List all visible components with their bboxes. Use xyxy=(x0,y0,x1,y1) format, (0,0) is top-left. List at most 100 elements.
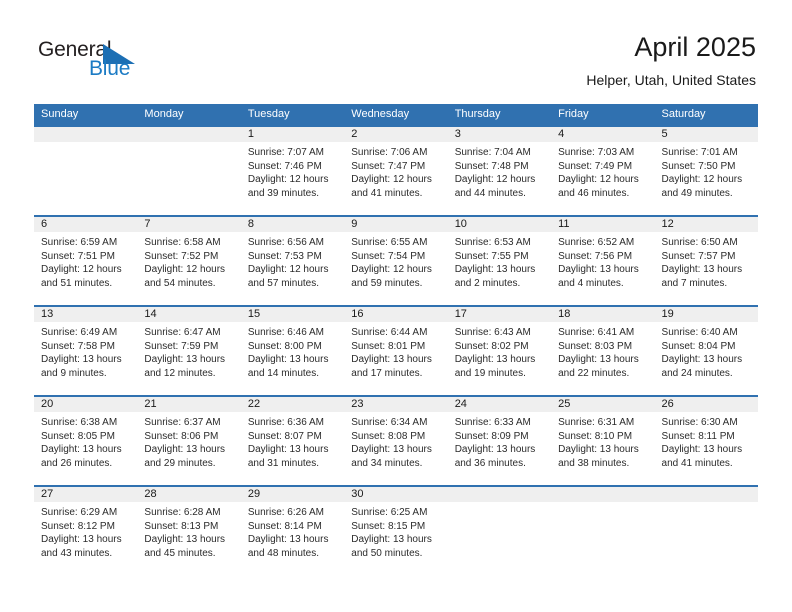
daylight-text-line1: Daylight: 13 hours xyxy=(558,354,639,366)
sunrise-text: Sunrise: 6:56 AM xyxy=(247,237,324,248)
sunrise-text: Sunrise: 6:36 AM xyxy=(247,417,324,428)
day-number xyxy=(34,127,137,142)
day-cell[interactable]: Sunrise: 6:25 AM Sunset: 8:15 PM Dayligh… xyxy=(344,502,447,575)
sunset-text: Sunset: 8:07 PM xyxy=(247,430,322,442)
daylight-text-line1: Daylight: 13 hours xyxy=(351,444,432,456)
sunset-text: Sunset: 8:14 PM xyxy=(247,520,322,532)
daylight-text-line2: and 17 minutes. xyxy=(351,367,423,379)
sunset-text: Sunset: 8:13 PM xyxy=(144,520,219,532)
calendar-page: General Blue April 2025 Helper, Utah, Un… xyxy=(0,0,792,612)
day-cell[interactable]: Sunrise: 6:44 AM Sunset: 8:01 PM Dayligh… xyxy=(344,322,447,395)
day-number: 13 xyxy=(41,308,54,320)
day-number: 17 xyxy=(454,308,467,320)
day-number: 6 xyxy=(41,218,48,230)
sunset-text: Sunset: 8:08 PM xyxy=(351,430,426,442)
day-cell[interactable]: Sunrise: 6:37 AM Sunset: 8:06 PM Dayligh… xyxy=(137,412,240,485)
weekday-header-thursday: Thursday xyxy=(454,108,501,120)
day-number: 28 xyxy=(144,488,157,500)
sunset-text: Sunset: 8:15 PM xyxy=(351,520,426,532)
week-daynumber-band: 13 14 15 16 17 18 19 xyxy=(34,307,758,322)
day-cell[interactable]: Sunrise: 7:06 AM Sunset: 7:47 PM Dayligh… xyxy=(344,142,447,215)
day-number: 2 xyxy=(351,128,358,140)
day-cell[interactable]: Sunrise: 7:07 AM Sunset: 7:46 PM Dayligh… xyxy=(241,142,344,215)
day-number: 25 xyxy=(558,398,571,410)
day-cell[interactable] xyxy=(655,502,758,575)
daylight-text-line2: and 59 minutes. xyxy=(351,277,423,289)
daylight-text-line2: and 50 minutes. xyxy=(351,547,423,559)
day-number: 8 xyxy=(247,218,254,230)
sunrise-text: Sunrise: 6:28 AM xyxy=(144,507,221,518)
day-cell[interactable]: Sunrise: 6:55 AM Sunset: 7:54 PM Dayligh… xyxy=(344,232,447,305)
daylight-text-line1: Daylight: 12 hours xyxy=(661,174,743,186)
day-cell[interactable]: Sunrise: 6:43 AM Sunset: 8:02 PM Dayligh… xyxy=(448,322,551,395)
day-cell[interactable]: Sunrise: 6:34 AM Sunset: 8:08 PM Dayligh… xyxy=(344,412,447,485)
day-cell[interactable]: Sunrise: 6:29 AM Sunset: 8:12 PM Dayligh… xyxy=(34,502,137,575)
day-cell[interactable]: Sunrise: 6:28 AM Sunset: 8:13 PM Dayligh… xyxy=(137,502,240,575)
sunrise-text: Sunrise: 6:37 AM xyxy=(144,417,221,428)
sunset-text: Sunset: 7:55 PM xyxy=(454,250,529,262)
day-cell[interactable]: Sunrise: 6:52 AM Sunset: 7:56 PM Dayligh… xyxy=(551,232,654,305)
sunrise-text: Sunrise: 6:29 AM xyxy=(41,507,118,518)
day-cell[interactable]: Sunrise: 7:01 AM Sunset: 7:50 PM Dayligh… xyxy=(655,142,758,215)
daylight-text-line2: and 54 minutes. xyxy=(144,277,216,289)
sunset-text: Sunset: 7:53 PM xyxy=(247,250,322,262)
daylight-text-line2: and 57 minutes. xyxy=(247,277,320,289)
daylight-text-line1: Daylight: 13 hours xyxy=(247,534,329,546)
day-cell[interactable]: Sunrise: 6:50 AM Sunset: 7:57 PM Dayligh… xyxy=(655,232,758,305)
daylight-text-line2: and 48 minutes. xyxy=(247,547,320,559)
day-cell[interactable] xyxy=(551,502,654,575)
daylight-text-line1: Daylight: 13 hours xyxy=(661,264,743,276)
day-number: 14 xyxy=(144,308,157,320)
sunrise-text: Sunrise: 6:43 AM xyxy=(454,327,531,338)
sunrise-text: Sunrise: 6:40 AM xyxy=(661,327,738,338)
day-cell[interactable]: Sunrise: 6:59 AM Sunset: 7:51 PM Dayligh… xyxy=(34,232,137,305)
day-cell[interactable] xyxy=(137,142,240,215)
day-number: 30 xyxy=(351,488,364,500)
sunrise-text: Sunrise: 7:01 AM xyxy=(661,147,738,158)
sunset-text: Sunset: 7:48 PM xyxy=(454,160,529,172)
daylight-text-line1: Daylight: 13 hours xyxy=(661,354,743,366)
day-cell[interactable]: Sunrise: 7:03 AM Sunset: 7:49 PM Dayligh… xyxy=(551,142,654,215)
day-cell[interactable]: Sunrise: 6:30 AM Sunset: 8:11 PM Dayligh… xyxy=(655,412,758,485)
day-number: 4 xyxy=(558,128,565,140)
day-cell[interactable]: Sunrise: 6:31 AM Sunset: 8:10 PM Dayligh… xyxy=(551,412,654,485)
day-cell[interactable]: Sunrise: 6:38 AM Sunset: 8:05 PM Dayligh… xyxy=(34,412,137,485)
day-cell[interactable]: Sunrise: 6:49 AM Sunset: 7:58 PM Dayligh… xyxy=(34,322,137,395)
week-detail-band: Sunrise: 6:38 AM Sunset: 8:05 PM Dayligh… xyxy=(34,412,758,485)
day-cell[interactable]: Sunrise: 6:47 AM Sunset: 7:59 PM Dayligh… xyxy=(137,322,240,395)
weekday-header-tuesday: Tuesday xyxy=(247,108,290,120)
daylight-text-line2: and 14 minutes. xyxy=(247,367,320,379)
page-subtitle: Helper, Utah, United States xyxy=(586,72,756,88)
day-cell[interactable]: Sunrise: 6:56 AM Sunset: 7:53 PM Dayligh… xyxy=(241,232,344,305)
sunset-text: Sunset: 8:12 PM xyxy=(41,520,115,532)
daylight-text-line2: and 51 minutes. xyxy=(41,277,113,289)
sunrise-text: Sunrise: 6:38 AM xyxy=(41,417,118,428)
sunset-text: Sunset: 7:51 PM xyxy=(41,250,115,262)
day-cell[interactable]: Sunrise: 6:41 AM Sunset: 8:03 PM Dayligh… xyxy=(551,322,654,395)
sunset-text: Sunset: 8:10 PM xyxy=(558,430,633,442)
day-cell[interactable]: Sunrise: 6:26 AM Sunset: 8:14 PM Dayligh… xyxy=(241,502,344,575)
sunrise-text: Sunrise: 6:33 AM xyxy=(454,417,531,428)
sunrise-text: Sunrise: 6:44 AM xyxy=(351,327,428,338)
day-cell[interactable]: Sunrise: 6:58 AM Sunset: 7:52 PM Dayligh… xyxy=(137,232,240,305)
day-cell[interactable]: Sunrise: 6:46 AM Sunset: 8:00 PM Dayligh… xyxy=(241,322,344,395)
day-cell[interactable]: Sunrise: 6:53 AM Sunset: 7:55 PM Dayligh… xyxy=(448,232,551,305)
daylight-text-line2: and 7 minutes. xyxy=(661,277,728,289)
daylight-text-line2: and 22 minutes. xyxy=(558,367,630,379)
daylight-text-line1: Daylight: 12 hours xyxy=(247,264,329,276)
day-number: 24 xyxy=(454,398,467,410)
day-cell[interactable]: Sunrise: 6:33 AM Sunset: 8:09 PM Dayligh… xyxy=(448,412,551,485)
sunset-text: Sunset: 7:57 PM xyxy=(661,250,736,262)
day-cell[interactable]: Sunrise: 6:40 AM Sunset: 8:04 PM Dayligh… xyxy=(655,322,758,395)
daylight-text-line1: Daylight: 12 hours xyxy=(454,174,536,186)
day-cell[interactable]: Sunrise: 6:36 AM Sunset: 8:07 PM Dayligh… xyxy=(241,412,344,485)
day-cell[interactable] xyxy=(448,502,551,575)
sunrise-text: Sunrise: 6:58 AM xyxy=(144,237,221,248)
logo-text-blue: Blue xyxy=(89,57,131,80)
day-cell[interactable]: Sunrise: 7:04 AM Sunset: 7:48 PM Dayligh… xyxy=(448,142,551,215)
day-number: 19 xyxy=(661,308,674,320)
general-blue-logo[interactable]: General Blue xyxy=(38,38,158,84)
week-detail-band: Sunrise: 6:59 AM Sunset: 7:51 PM Dayligh… xyxy=(34,232,758,305)
week-detail-band: Sunrise: 7:07 AM Sunset: 7:46 PM Dayligh… xyxy=(34,142,758,215)
day-cell[interactable] xyxy=(34,142,137,215)
